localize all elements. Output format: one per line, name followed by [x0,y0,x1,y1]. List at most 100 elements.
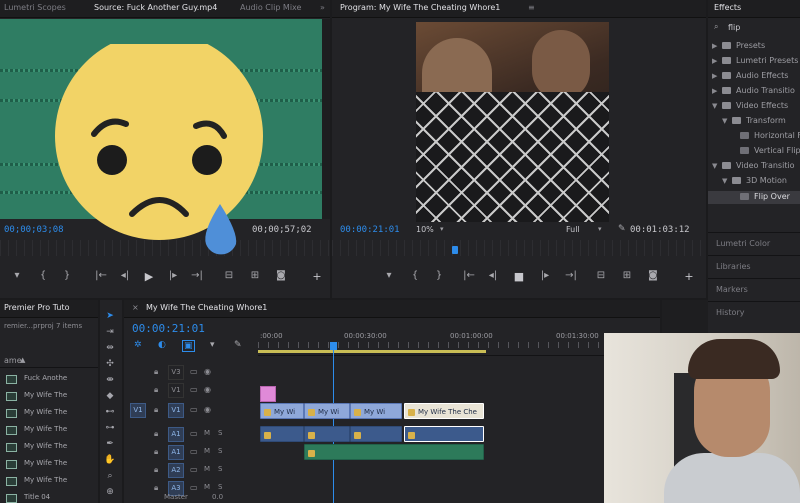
lift-icon[interactable]: ⊟ [594,270,608,281]
track-target-v1[interactable]: V1 [168,403,184,418]
clip-v1-c[interactable]: My Wi [350,403,402,419]
mark-out-icon[interactable]: } [432,270,446,281]
hand-tool-icon[interactable]: ✋ [104,454,116,466]
section-history[interactable]: History [708,301,800,323]
expand-arrow-icon[interactable]: ▶ [712,87,717,95]
program-playhead[interactable] [452,246,458,254]
track-target-a1b[interactable]: A1 [168,445,184,460]
clip-v1-d[interactable]: My Wife The Che [404,403,484,419]
snap-icon[interactable]: ✲ [134,340,142,350]
selection-tool-icon[interactable]: ➤ [104,310,116,322]
project-item[interactable]: Title 04 [0,491,98,503]
playhead-handle[interactable] [330,342,337,350]
overwrite-icon[interactable]: ⊞ [248,270,262,281]
section-lumetri-color[interactable]: Lumetri Color [708,232,800,254]
marker-icon[interactable]: ▾ [382,270,396,281]
project-item[interactable]: My Wife The [0,440,98,456]
tree-item-video-effects[interactable]: ▼ Video Effects [708,100,800,113]
go-to-out-icon[interactable]: →| [564,270,578,281]
solo-button[interactable]: S [218,483,222,491]
program-time-ruler[interactable] [332,240,706,256]
sync-lock-icon[interactable]: ▭ [190,385,198,394]
timeline-ruler[interactable]: :00:00 00:00:30:00 00:01:00:00 00:01:30:… [258,328,660,356]
tree-item-video-transitions[interactable]: ▼ Video Transitio [708,160,800,173]
tab-project[interactable]: Premier Pro Tuto [4,303,70,312]
export-frame-icon[interactable]: ◙ [646,270,660,281]
add-button-icon[interactable]: + [310,270,324,283]
tree-item-lumetri-presets[interactable]: ▶ Lumetri Presets [708,55,800,68]
zoom-tool-icon[interactable]: ⌕ [104,470,116,482]
slip-tool-icon[interactable]: ⊷ [104,406,116,418]
sync-lock-icon[interactable]: ▭ [190,465,198,474]
project-item[interactable]: My Wife The [0,474,98,490]
tree-item-presets[interactable]: ▶ Presets [708,40,800,53]
master-value[interactable]: 0.0 [212,493,223,501]
expand-arrow-icon[interactable]: ▶ [712,72,717,80]
project-column-header[interactable]: ame ▲ [0,354,98,368]
tree-item-horizontal-flip[interactable]: Horizontal F [708,130,800,143]
tab-effects[interactable]: Effects [714,3,741,12]
solo-button[interactable]: S [218,447,222,455]
sync-lock-icon[interactable]: ▭ [190,447,198,456]
source-scrollbar[interactable] [322,19,330,219]
go-to-in-icon[interactable]: |← [462,270,476,281]
sync-lock-icon[interactable]: ▭ [190,367,198,376]
tab-source[interactable]: Source: Fuck Another Guy.mp4 [94,3,217,12]
settings-wrench-icon[interactable]: ✎ [618,224,626,234]
collapse-arrow-icon[interactable]: ▼ [722,117,727,125]
add-marker-icon[interactable]: ▣ [182,340,195,352]
solo-button[interactable]: S [218,465,222,473]
step-forward-icon[interactable]: |▸ [166,270,180,281]
section-libraries[interactable]: Libraries [708,255,800,277]
mute-button[interactable]: M [204,429,210,437]
track-target-a2[interactable]: A2 [168,463,184,478]
more-tabs-icon[interactable]: » [320,3,325,12]
clip-a1-b[interactable] [304,426,350,442]
eye-icon[interactable]: ◉ [204,385,211,394]
mark-in-icon[interactable]: { [408,270,422,281]
marker-icon[interactable]: ▾ [10,270,24,281]
slide-tool-icon[interactable]: ⊶ [104,422,116,434]
tab-lumetri-scopes[interactable]: Lumetri Scopes [4,3,66,12]
clip-a2-music[interactable] [304,444,484,460]
lock-icon[interactable]: 🔒︎ [154,483,158,493]
track-target-v2[interactable]: V1 [168,383,184,398]
step-back-icon[interactable]: ◂| [486,270,500,281]
rate-stretch-tool-icon[interactable]: ⇼ [104,374,116,386]
expand-arrow-icon[interactable]: ▶ [712,42,717,50]
panel-menu-icon[interactable]: ≡ [528,3,535,12]
marker-icon[interactable]: ▾ [210,340,215,350]
extract-icon[interactable]: ⊞ [620,270,634,281]
sync-lock-icon[interactable]: ▭ [190,405,198,414]
mark-out-icon[interactable]: } [60,270,74,281]
effects-search-box[interactable]: ⌕ flip [712,22,798,35]
lock-icon[interactable]: 🔒︎ [154,405,158,415]
close-icon[interactable]: × [132,303,139,312]
razor-tool-icon[interactable]: ◆ [104,390,116,402]
linked-selection-icon[interactable]: ◐ [158,340,166,350]
clip-a1-c[interactable] [350,426,402,442]
eye-icon[interactable]: ◉ [204,367,211,376]
play-icon[interactable]: ▶ [142,270,156,283]
step-back-icon[interactable]: ◂| [118,270,132,281]
ripple-edit-tool-icon[interactable]: ⇹ [104,342,116,354]
tree-item-transform[interactable]: ▼ Transform [708,115,800,128]
project-item[interactable]: Fuck Anothe [0,372,98,388]
clip-title-pink[interactable] [260,386,276,402]
project-item[interactable]: My Wife The [0,457,98,473]
clip-a1-d[interactable] [404,426,484,442]
insert-icon[interactable]: ⊟ [222,270,236,281]
project-item[interactable]: My Wife The [0,423,98,439]
collapse-arrow-icon[interactable]: ▼ [712,102,717,110]
lock-icon[interactable]: 🔒︎ [154,447,158,457]
program-timecode-current[interactable]: 00:00:21:01 [340,225,400,235]
sync-lock-icon[interactable]: ▭ [190,483,198,492]
lock-icon[interactable]: 🔒︎ [154,429,158,439]
solo-button[interactable]: S [218,429,222,437]
work-area-bar[interactable] [258,350,486,353]
add-button-icon[interactable]: + [682,270,696,283]
mute-button[interactable]: M [204,483,210,491]
lock-icon[interactable]: 🔒︎ [154,465,158,475]
track-select-tool-icon[interactable]: ⇥ [104,326,116,338]
zoom-tool-icon[interactable]: ⊕ [104,486,116,498]
